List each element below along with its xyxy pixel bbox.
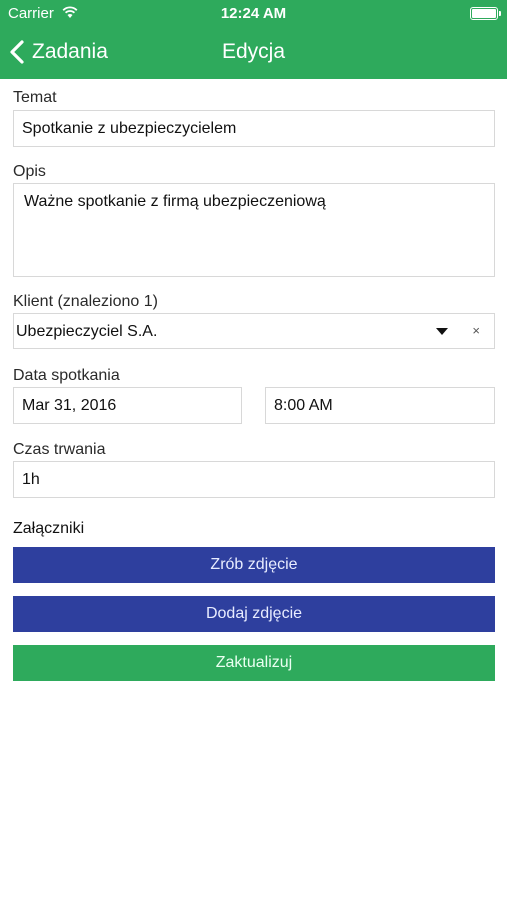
meeting-date-label: Data spotkania — [13, 367, 120, 384]
chevron-left-icon — [10, 40, 24, 64]
dropdown-arrow-icon[interactable] — [436, 328, 448, 335]
subject-value: Spotkanie z ubezpieczycielem — [22, 120, 237, 137]
take-photo-button[interactable]: Zrób zdjęcie — [13, 547, 495, 583]
client-value: Ubezpieczyciel S.A. — [16, 323, 158, 340]
navigation-bar: Carrier 12:24 AM Zadania Edycja — [0, 0, 507, 79]
update-button[interactable]: Zaktualizuj — [13, 645, 495, 681]
back-button-label: Zadania — [32, 40, 108, 63]
subject-label: Temat — [13, 89, 57, 106]
description-value: Ważne spotkanie z firmą ubezpieczeniową — [24, 193, 326, 210]
add-photo-button[interactable]: Dodaj zdjęcie — [13, 596, 495, 632]
date-input[interactable]: Mar 31, 2016 — [13, 387, 242, 424]
attachments-heading: Załączniki — [13, 520, 85, 537]
time-input[interactable]: 8:00 AM — [265, 387, 495, 424]
subject-input[interactable]: Spotkanie z ubezpieczycielem — [13, 110, 495, 147]
time-value: 8:00 AM — [274, 397, 333, 414]
client-select[interactable]: Ubezpieczyciel S.A. × — [13, 313, 495, 349]
duration-value: 1h — [22, 471, 40, 488]
date-value: Mar 31, 2016 — [22, 397, 117, 414]
clear-icon[interactable]: × — [472, 323, 480, 338]
battery-icon — [470, 7, 501, 20]
duration-input[interactable]: 1h — [13, 461, 495, 498]
back-button[interactable]: Zadania — [8, 36, 108, 68]
description-textarea[interactable]: Ważne spotkanie z firmą ubezpieczeniową — [13, 183, 495, 277]
duration-label: Czas trwania — [13, 441, 106, 458]
clock: 12:24 AM — [220, 5, 287, 22]
description-label: Opis — [13, 163, 46, 180]
status-bar: Carrier 12:24 AM — [0, 0, 507, 28]
client-label: Klient (znaleziono 1) — [13, 293, 158, 310]
